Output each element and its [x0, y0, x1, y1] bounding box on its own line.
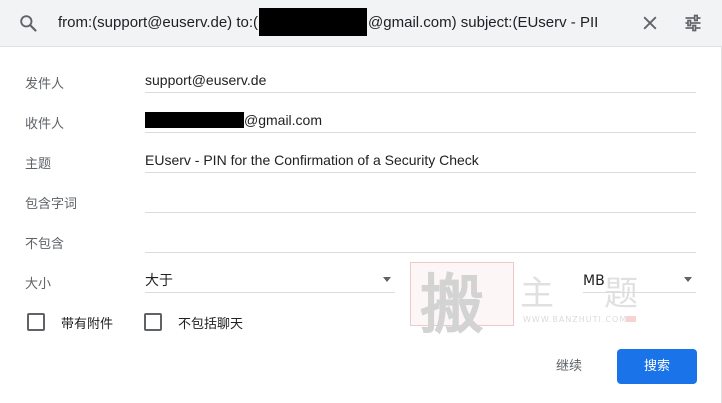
size-comparator-select[interactable]: 大于: [145, 268, 395, 293]
exclude-chats-checkbox[interactable]: [144, 313, 162, 331]
search-bar: from:(support@euserv.de) to:( @gmail.com)…: [0, 0, 722, 47]
search-icon[interactable]: [18, 13, 38, 33]
size-label: 大小: [25, 277, 52, 292]
redaction-block: [259, 8, 368, 37]
doesnt-have-field[interactable]: [145, 228, 696, 253]
search-button[interactable]: 搜索: [617, 349, 697, 384]
subject-value: EUserv - PIN for the Confirmation of a S…: [145, 152, 479, 168]
watermark-char: 主: [520, 274, 554, 314]
to-label: 收件人: [25, 117, 65, 132]
doesnt-have-label: 不包含: [25, 237, 65, 252]
query-suffix: @gmail.com) subject:(EUserv - PII: [368, 14, 599, 31]
to-field[interactable]: @gmail.com: [145, 108, 696, 133]
from-field[interactable]: support@euserv.de: [145, 68, 696, 93]
redaction-block: [145, 112, 244, 129]
size-unit-select[interactable]: MB: [583, 268, 696, 293]
has-words-field[interactable]: [145, 188, 696, 213]
continue-button[interactable]: 继续: [538, 350, 600, 384]
has-attachment-checkbox[interactable]: [27, 313, 45, 331]
has-words-label: 包含字词: [25, 197, 78, 212]
query-prefix: from:(support@euserv.de) to:(: [58, 14, 259, 31]
size-unit-value: MB: [583, 273, 605, 289]
watermark-dot: [626, 316, 636, 322]
to-value-suffix: @gmail.com: [244, 112, 323, 128]
watermark-char: 搬: [420, 268, 484, 343]
close-icon[interactable]: [640, 13, 660, 33]
watermark-url: WWW.BANZHUTI.COM: [523, 315, 628, 324]
tune-icon[interactable]: [683, 13, 703, 33]
chevron-down-icon: [383, 277, 391, 282]
exclude-chats-label: 不包括聊天: [178, 317, 244, 332]
from-label: 发件人: [25, 77, 65, 92]
search-query-input[interactable]: from:(support@euserv.de) to:( @gmail.com)…: [58, 0, 630, 46]
subject-label: 主题: [25, 157, 52, 172]
chevron-down-icon: [684, 277, 692, 282]
size-comparator-value: 大于: [145, 273, 173, 289]
to-value: @gmail.com: [145, 110, 322, 130]
subject-field[interactable]: EUserv - PIN for the Confirmation of a S…: [145, 148, 696, 173]
from-value: support@euserv.de: [145, 72, 267, 88]
has-attachment-label: 带有附件: [61, 317, 114, 332]
